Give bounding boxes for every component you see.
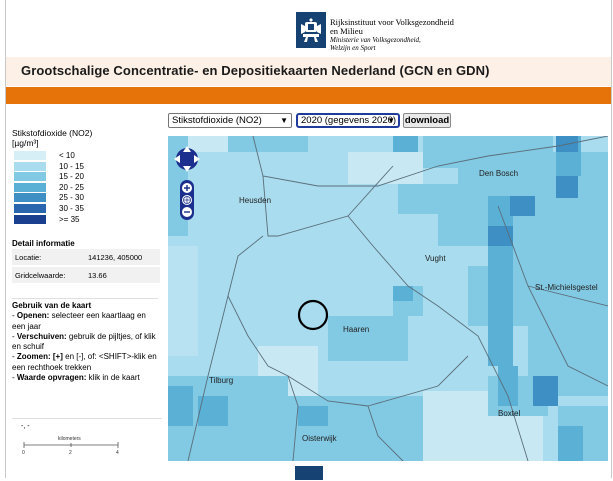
mouse-coordinates: -, - (21, 423, 30, 430)
legend-swatch (14, 193, 46, 203)
help-line: - Verschuiven: gebruik de pijltjes, of k… (12, 331, 156, 352)
legend-label: 15 - 20 (59, 172, 84, 182)
zoom-out-icon[interactable] (182, 207, 192, 217)
place-label-boxtel: Boxtel (498, 409, 521, 418)
place-label-heusden: Heusden (239, 196, 272, 205)
legend-label: < 10 (59, 151, 75, 160)
legend-label: 10 - 15 (59, 161, 84, 171)
detail-key: Locatie: (15, 253, 42, 262)
ministry-name: Ministerie van Volksgezondheid, (330, 36, 421, 44)
legend-unit: [µg/m³] (12, 138, 39, 148)
legend-swatch (14, 203, 46, 213)
legend-label: 30 - 35 (59, 203, 84, 213)
chevron-down-icon: ▼ (387, 116, 395, 125)
help-line: - Openen: selecteer een kaartlaag en een… (12, 311, 146, 331)
concentration-grid (168, 136, 608, 461)
layer-select-value: Stikstofdioxide (NO2) (172, 115, 262, 126)
year-select-value: 2020 (gegevens 2020) (301, 115, 397, 126)
scale-tick: 2 (69, 450, 72, 456)
help-line: - Waarde opvragen: klik in de kaart (12, 373, 140, 383)
legend-item: 25 - 30 (12, 193, 160, 204)
map-canvas[interactable]: Heusden Den Bosch Vught St.-Michielsgest… (168, 136, 608, 461)
org-name-2: en Milieu (330, 26, 363, 36)
legend-title: Stikstofdioxide (NO2) (12, 128, 93, 138)
legend-swatch (14, 172, 46, 182)
crest-icon (296, 12, 326, 48)
pan-control[interactable] (174, 146, 200, 172)
legend-item: 10 - 15 (12, 161, 160, 173)
detail-value: 141236, 405000 (88, 253, 143, 262)
legend-item: < 10 (12, 151, 160, 162)
legend-item: 30 - 35 (12, 203, 160, 215)
legend-label: 25 - 30 (59, 193, 84, 203)
help-title: Gebruik van de kaart (12, 301, 92, 310)
help-line: - Zoomen: [+] en [-], of: <SHIFT>-klik e… (12, 352, 157, 372)
legend-item: >= 35 (12, 214, 160, 226)
title-band: Grootschalige Concentratie- en Depositie… (6, 57, 611, 86)
detail-row-location: Locatie: 141236, 405000 (12, 249, 160, 265)
detail-title: Detail informatie (12, 239, 75, 248)
layer-select[interactable]: Stikstofdioxide (NO2) ▼ (168, 113, 292, 128)
scale-tick: 4 (116, 450, 119, 456)
legend-swatch (14, 151, 46, 160)
legend-label: >= 35 (59, 214, 80, 224)
place-label-haaren: Haaren (343, 325, 370, 334)
legend-label: 20 - 25 (59, 182, 84, 192)
map-navigation (174, 142, 200, 222)
usage-help: Gebruik van de kaart - Openen: selecteer… (12, 298, 158, 383)
place-label-vught: Vught (425, 254, 446, 263)
legend-swatch (14, 161, 46, 171)
legend-swatch (14, 182, 46, 192)
detail-table: Locatie: 141236, 405000 Gridcelwaarde: 1… (12, 249, 160, 285)
page-title: Grootschalige Concentratie- en Depositie… (21, 63, 490, 78)
detail-value: 13.66 (88, 271, 107, 280)
ministry-name-2: Welzijn en Sport (330, 44, 376, 52)
legend-item: 20 - 25 (12, 182, 160, 194)
legend-swatch (14, 214, 46, 224)
place-label-st-michielsgestel: St.-Michielsgestel (535, 283, 598, 292)
year-select[interactable]: 2020 (gegevens 2020) ▼ (296, 113, 400, 128)
legend-item: 15 - 20 (12, 172, 160, 183)
legend: < 10 10 - 15 15 - 20 20 - 25 25 - 30 30 … (12, 151, 160, 225)
detail-row-gridcell: Gridcelwaarde: 13.66 (12, 267, 160, 283)
place-label-tilburg: Tilburg (209, 376, 234, 385)
scale-bar (23, 442, 119, 448)
chevron-down-icon: ▼ (280, 116, 288, 125)
orange-bar (6, 87, 611, 104)
scale-tick: 0 (22, 450, 25, 456)
detail-key: Gridcelwaarde: (15, 271, 66, 280)
left-panel: Stikstofdioxide (NO2) [µg/m³] < 10 10 - … (12, 128, 162, 456)
place-label-den-bosch: Den Bosch (479, 169, 519, 178)
footer-block (295, 466, 323, 480)
scale-bar-area: -, - kilometers 0 2 4 (12, 418, 162, 459)
place-label-oisterwijk: Oisterwijk (302, 434, 337, 443)
globe-icon[interactable] (182, 195, 192, 205)
download-button[interactable]: download (403, 113, 451, 128)
zoom-in-icon[interactable] (182, 183, 192, 193)
